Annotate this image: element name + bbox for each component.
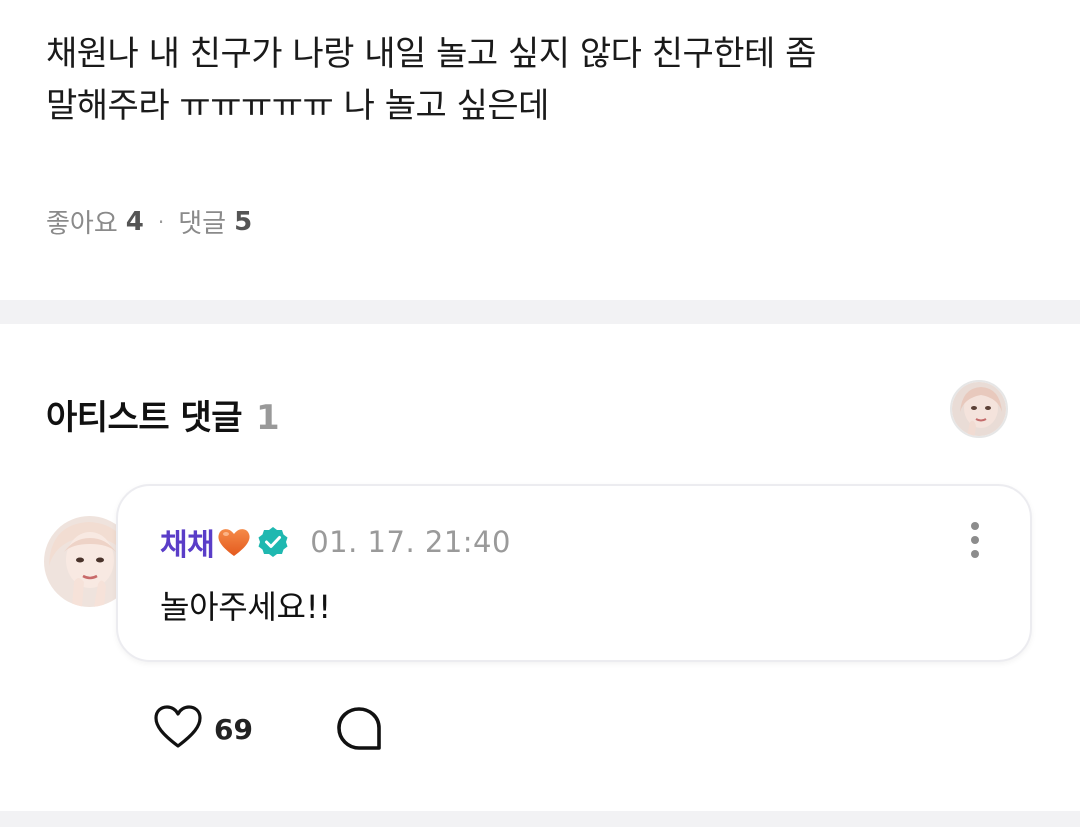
comment-author-name[interactable]: 채채 (160, 520, 215, 564)
artist-avatar-thumbnail[interactable] (950, 380, 1008, 438)
artist-comment-count: 1 (256, 398, 280, 438)
heart-outline-icon[interactable] (152, 704, 204, 754)
likes-count[interactable]: 4 (126, 207, 144, 237)
post: 채원나 내 친구가 나랑 내일 놀고 싶지 않다 친구한테 좀 말해주라 ㅠㅠㅠ… (0, 0, 1080, 300)
section-divider (0, 811, 1080, 827)
comment-timestamp: 01. 17. 21:40 (310, 525, 511, 559)
like-button[interactable]: 69 (152, 704, 253, 754)
comment-text: 놀아주세요!! (160, 588, 331, 626)
artist-comments-section: 아티스트 댓글 1 채채 01. 17. 21:40 놀아주세요!! 69 (0, 324, 1080, 811)
comment-actions: 69 (152, 704, 383, 754)
section-title-text: 아티스트 댓글 (46, 398, 243, 438)
orange-heart-icon (216, 525, 252, 559)
post-text-line: 말해주라 ㅠㅠㅠㅠㅠ 나 놀고 싶은데 (46, 86, 549, 126)
reply-bubble-icon[interactable] (335, 705, 383, 753)
verified-badge-icon (256, 525, 290, 559)
post-stats: 좋아요 4 · 댓글 5 (46, 203, 252, 240)
comment-like-count: 69 (214, 712, 253, 746)
artist-comment-card: 채채 01. 17. 21:40 놀아주세요!! (116, 484, 1032, 662)
post-body: 채원나 내 친구가 나랑 내일 놀고 싶지 않다 친구한테 좀 말해주라 ㅠㅠㅠ… (46, 28, 1036, 132)
more-options-icon[interactable] (960, 520, 990, 560)
likes-label[interactable]: 좋아요 (46, 203, 118, 240)
section-divider (0, 300, 1080, 324)
comments-count[interactable]: 5 (234, 207, 252, 237)
section-title: 아티스트 댓글 1 (46, 390, 280, 439)
comment-header: 채채 01. 17. 21:40 (160, 520, 511, 564)
meta-separator: · (157, 209, 165, 234)
comments-label[interactable]: 댓글 (178, 203, 226, 240)
post-text-line: 채원나 내 친구가 나랑 내일 놀고 싶지 않다 친구한테 좀 (46, 34, 816, 74)
